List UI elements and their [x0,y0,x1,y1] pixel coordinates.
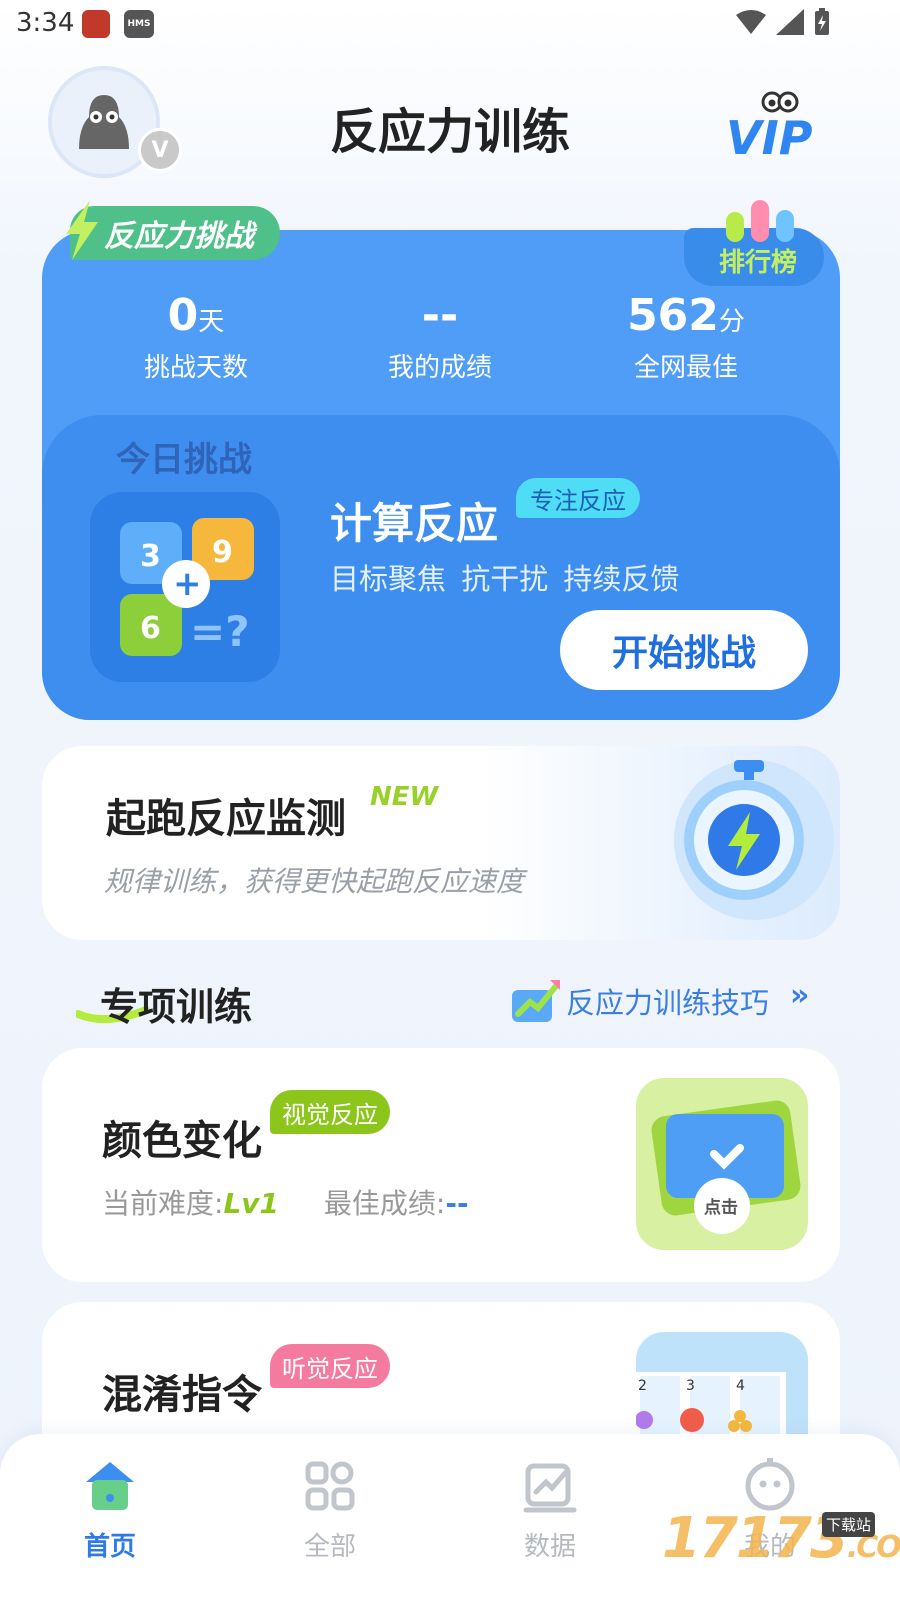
best-score-label: 最佳成绩: [323,1187,446,1220]
nav-label: 首页 [83,1532,136,1562]
confusing-commands-thumbnail: 2 3 4 [636,1332,808,1434]
stopwatch-icon [668,748,840,924]
wifi-icon [736,10,766,34]
svg-text:3: 3 [686,1378,695,1394]
nav-label: 全部 [303,1532,356,1562]
svg-text:点击: 点击 [704,1197,738,1218]
color-change-thumbnail: 点击 [636,1078,808,1250]
nav-home[interactable]: 首页 [50,1458,170,1563]
svg-text:2: 2 [638,1378,647,1394]
best-score-value: -- [445,1187,469,1220]
status-icons [736,8,830,36]
start-challenge-button[interactable]: 开始挑战 [560,610,808,690]
training-tag: 听觉反应 [270,1344,390,1388]
vip-icon: VIP [726,91,813,165]
training-meta: 当前难度:Lv1 最佳成绩:-- [102,1182,469,1222]
grid-icon [305,1461,355,1511]
calculation-game-icon[interactable]: 3 9 6 + =? [90,492,280,682]
watermark-tag: 下载站 [822,1512,876,1537]
training-title: 混淆指令 [102,1372,262,1418]
nav-all[interactable]: 全部 [270,1458,390,1563]
chart-icon [523,1463,577,1513]
game-features: 目标聚焦 抗干扰 持续反馈 [330,562,680,596]
bolt-icon [62,200,102,264]
svg-text:9: 9 [212,535,233,570]
status-time: 3:34 [16,8,75,38]
vip-label: VIP [726,111,813,160]
section-title: 专项训练 [100,985,253,1029]
svg-text:+: + [173,564,202,604]
training-title: 颜色变化 [102,1118,262,1164]
signal-icon [776,9,804,35]
today-challenge-label: 今日挑战 [116,440,252,480]
svg-text:6: 6 [140,611,161,646]
trend-chart-icon [510,978,562,1028]
leaderboard-label[interactable]: 排行榜 [684,242,832,279]
stat-best-overall: 562分 全网最佳 [586,290,786,384]
training-tag: 视觉反应 [270,1090,390,1134]
stat-unit: 天 [198,307,225,337]
svg-text:4: 4 [736,1378,745,1394]
stat-value: -- [421,290,459,341]
app-notification-icon [82,10,110,38]
stat-unit: 分 [718,307,745,337]
stat-label: 全网最佳 [633,353,738,383]
difficulty-value: Lv1 [223,1187,280,1220]
leaderboard-icon [724,198,804,248]
chevron-right-icon[interactable]: » [790,978,809,1013]
hms-icon: HMS [124,10,154,38]
stat-my-score: -- 我的成绩 [340,290,540,384]
game-category-tag: 专注反应 [516,478,640,518]
stat-value: 0 [167,290,199,341]
start-reaction-title: 起跑反应监测 [106,796,346,842]
difficulty-label: 当前难度: [102,1187,224,1220]
stat-value: 562 [627,290,719,341]
nav-data[interactable]: 数据 [490,1458,610,1563]
vip-button[interactable]: VIP [722,90,834,165]
svg-text:=?: =? [190,607,250,656]
stat-label: 我的成绩 [387,353,492,383]
stat-challenge-days: 0天 挑战天数 [96,290,296,384]
battery-icon [815,8,829,35]
new-badge: NEW [370,782,439,812]
nav-label: 数据 [523,1532,576,1562]
training-tips-link[interactable]: 反应力训练技巧 [566,980,769,1022]
home-icon [86,1462,134,1510]
stat-label: 挑战天数 [143,353,248,383]
game-title: 计算反应 [330,499,499,548]
svg-text:3: 3 [140,539,161,574]
start-reaction-subtitle: 规律训练，获得更快起跑反应速度 [104,865,525,898]
